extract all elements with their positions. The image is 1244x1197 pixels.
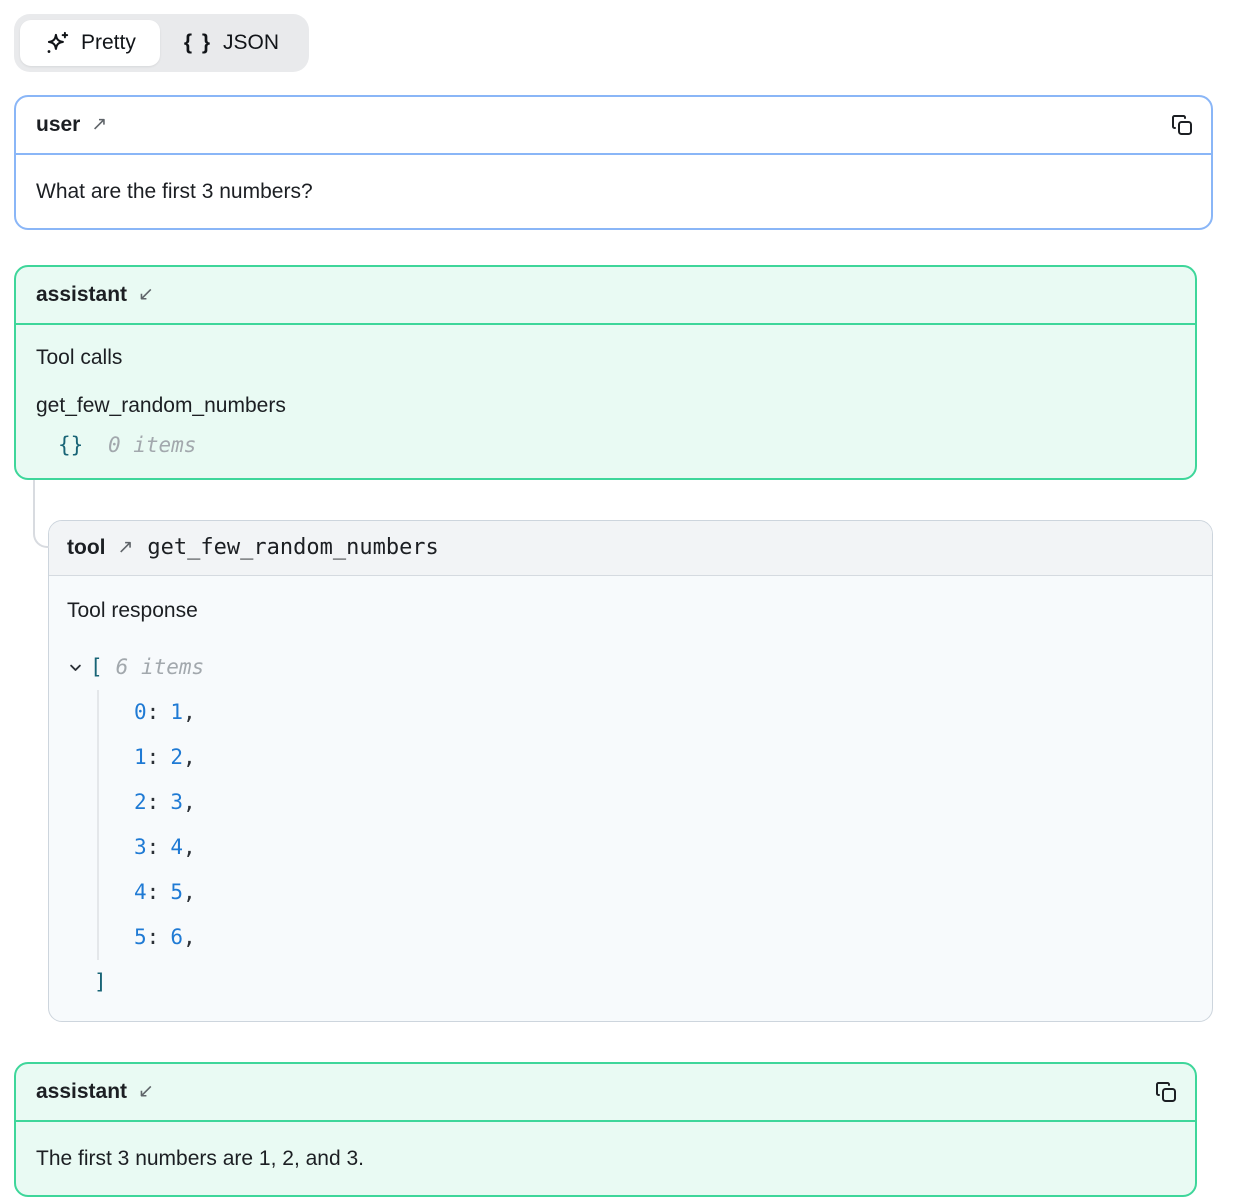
item-value: 1 [170, 700, 183, 724]
pretty-tab[interactable]: Pretty [20, 20, 160, 66]
open-bracket: [ [90, 645, 103, 690]
json-tab-label: JSON [223, 29, 279, 57]
sparkle-icon [44, 30, 70, 56]
user-message-body: What are the first 3 numbers? [16, 155, 1211, 228]
item-index: 1 [134, 745, 147, 769]
item-colon: : [147, 835, 160, 859]
item-value: 4 [170, 835, 183, 859]
json-array-root: [ 6 items [67, 645, 1194, 690]
items-summary: 6 items [116, 645, 205, 690]
item-comma: , [183, 925, 196, 949]
view-toggle: Pretty { } JSON [14, 14, 309, 72]
copy-button[interactable] [1151, 1077, 1181, 1107]
args-summary: 0 items [108, 433, 197, 457]
item-colon: : [147, 745, 160, 769]
item-comma: , [183, 745, 196, 769]
assistant-message-header: assistant ↙ [16, 1064, 1195, 1122]
arrow-down-left-icon: ↙ [138, 280, 154, 310]
item-index: 4 [134, 880, 147, 904]
item-comma: , [183, 790, 196, 814]
user-message-card: user ↗ What are the first 3 numbers? [14, 95, 1213, 230]
json-array-item: 2:3, [134, 780, 1194, 825]
tool-name: get_few_random_numbers [147, 533, 438, 563]
item-value: 5 [170, 880, 183, 904]
role-label: tool [67, 533, 105, 563]
item-index: 3 [134, 835, 147, 859]
tool-response-title: Tool response [67, 596, 1194, 625]
tool-call-arguments[interactable]: {} 0 items [58, 431, 1175, 460]
item-colon: : [147, 700, 160, 724]
role-label: assistant [36, 280, 127, 310]
assistant-message-body: Tool calls get_few_random_numbers {} 0 i… [16, 325, 1195, 478]
copy-icon [1154, 1080, 1178, 1104]
role-label: user [36, 110, 80, 140]
message-text: The first 3 numbers are 1, 2, and 3. [36, 1147, 364, 1170]
arrow-up-right-icon: ↗ [117, 533, 133, 563]
close-bracket-row: ] [94, 960, 1194, 1005]
item-value: 6 [170, 925, 183, 949]
arrow-up-right-icon: ↗ [91, 110, 107, 140]
assistant-final-body: The first 3 numbers are 1, 2, and 3. [16, 1122, 1195, 1195]
assistant-final-card: assistant ↙ The first 3 numbers are 1, 2… [14, 1062, 1197, 1197]
json-array-item: 5:6, [134, 915, 1194, 960]
item-index: 0 [134, 700, 147, 724]
role-label: assistant [36, 1077, 127, 1107]
item-colon: : [147, 925, 160, 949]
tool-calls-title: Tool calls [36, 343, 1175, 372]
json-array-items: 0:1, 1:2, 2:3, 3:4, 4:5, [97, 690, 1194, 960]
json-array-item: 3:4, [134, 825, 1194, 870]
tool-message-body: Tool response [ 6 items 0:1, [49, 576, 1212, 1021]
item-index: 2 [134, 790, 147, 814]
item-comma: , [183, 880, 196, 904]
json-array-item: 0:1, [134, 690, 1194, 735]
copy-button[interactable] [1167, 110, 1197, 140]
assistant-tool-call-card: assistant ↙ Tool calls get_few_random_nu… [14, 265, 1197, 480]
json-array-item: 4:5, [134, 870, 1194, 915]
braces-token: {} [58, 433, 83, 457]
item-index: 5 [134, 925, 147, 949]
trace-view: Pretty { } JSON user ↗ What are the firs… [0, 0, 1244, 1197]
close-bracket: ] [94, 970, 107, 994]
arrow-down-left-icon: ↙ [138, 1077, 154, 1107]
json-tab[interactable]: { } JSON [160, 20, 303, 66]
tool-message-wrapper: tool ↗ get_few_random_numbers Tool respo… [48, 520, 1213, 1022]
item-value: 2 [170, 745, 183, 769]
json-array-item: 1:2, [134, 735, 1194, 780]
copy-icon [1170, 113, 1194, 137]
item-comma: , [183, 835, 196, 859]
item-comma: , [183, 700, 196, 724]
item-colon: : [147, 790, 160, 814]
message-text: What are the first 3 numbers? [36, 180, 313, 203]
json-tree: [ 6 items 0:1, 1:2, 2:3, [67, 645, 1194, 1005]
chevron-down-icon[interactable] [67, 660, 83, 676]
user-message-header: user ↗ [16, 97, 1211, 155]
tool-message-card: tool ↗ get_few_random_numbers Tool respo… [48, 520, 1213, 1022]
assistant-message-header: assistant ↙ [16, 267, 1195, 325]
item-colon: : [147, 880, 160, 904]
braces-icon: { } [184, 29, 212, 57]
pretty-tab-label: Pretty [81, 29, 136, 57]
item-value: 3 [170, 790, 183, 814]
tool-call-name: get_few_random_numbers [36, 391, 1175, 420]
connector-line [33, 480, 49, 548]
tool-message-header: tool ↗ get_few_random_numbers [49, 521, 1212, 576]
